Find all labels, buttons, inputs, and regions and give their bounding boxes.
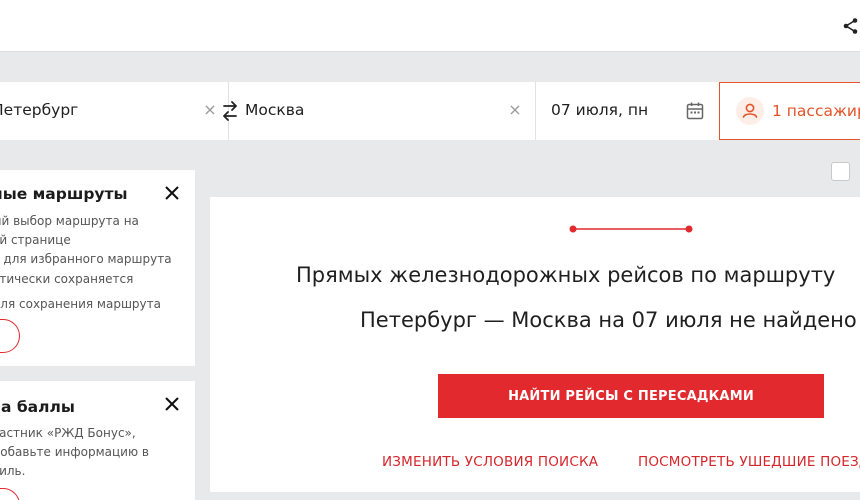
passengers-button[interactable]: 1 пассажир: [719, 82, 860, 140]
from-value: Петербург: [0, 101, 79, 119]
departed-trains-link[interactable]: ПОСМОТРЕТЬ УШЕДШИЕ ПОЕЗДА: [638, 454, 860, 470]
favorites-text-line: атически сохраняется: [0, 272, 134, 286]
route-line-icon: [569, 225, 693, 233]
bonus-text-line: добавьте информацию в: [0, 445, 149, 459]
from-field[interactable]: Петербург ×: [0, 82, 229, 140]
not-found-message: Прямых железнодорожных рейсов по маршрут…: [296, 263, 836, 287]
passengers-label: 1 пассажир: [772, 102, 860, 120]
bonus-action-button[interactable]: [0, 488, 20, 500]
clear-icon[interactable]: ×: [202, 102, 218, 118]
favorites-text-line: ый выбор маршрута на: [0, 214, 139, 228]
date-field[interactable]: 07 июля, пн: [536, 82, 719, 140]
favorites-title: ные маршруты: [0, 185, 128, 203]
not-found-message-route: Петербург — Москва на 07 июля не найдено: [360, 308, 857, 332]
bonus-card: за баллы частник «РЖД Бонус», добавьте и…: [0, 381, 195, 500]
to-value: Москва: [245, 101, 305, 119]
favorites-text-line: ой странице: [0, 233, 71, 247]
search-result-panel: Прямых железнодорожных рейсов по маршрут…: [210, 197, 860, 492]
bonus-title: за баллы: [0, 398, 75, 416]
top-bar: [0, 0, 860, 52]
person-icon: [736, 97, 764, 125]
to-field[interactable]: Москва ×: [229, 82, 536, 140]
change-search-link[interactable]: ИЗМЕНИТЬ УСЛОВИЯ ПОИСКА: [382, 454, 598, 470]
date-value: 07 июля, пн: [551, 101, 649, 119]
find-transfers-button[interactable]: НАЙТИ РЕЙСЫ С ПЕРЕСАДКАМИ: [438, 374, 824, 418]
favorites-text-line: для сохранения маршрута: [0, 297, 161, 311]
clear-icon[interactable]: ×: [507, 102, 523, 118]
filter-checkbox[interactable]: [831, 162, 850, 181]
favorites-text-line: р для избранного маршрута: [0, 252, 172, 266]
favorites-action-button[interactable]: [0, 319, 20, 353]
close-icon[interactable]: [163, 395, 181, 413]
close-icon[interactable]: [163, 184, 181, 202]
bonus-text-line: частник «РЖД Бонус»,: [0, 426, 136, 440]
bonus-text-line: виль.: [0, 464, 26, 478]
swap-icon[interactable]: [220, 100, 240, 122]
share-icon[interactable]: [842, 17, 860, 35]
favorites-card: ные маршруты ый выбор маршрута на ой стр…: [0, 170, 195, 366]
calendar-icon[interactable]: [685, 101, 705, 121]
